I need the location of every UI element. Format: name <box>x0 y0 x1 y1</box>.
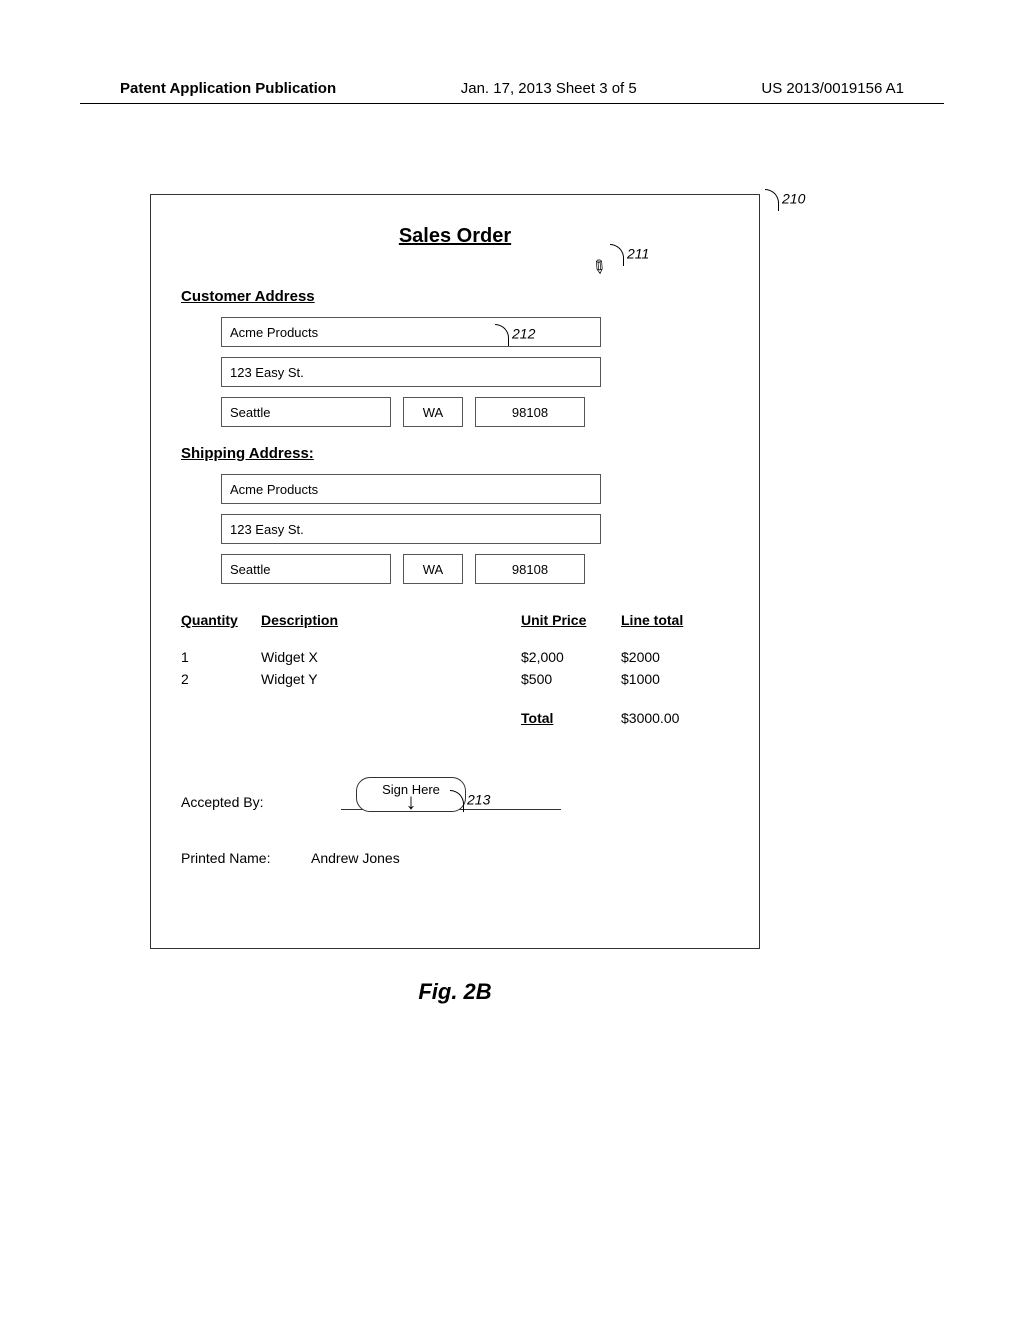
printed-name-value: Andrew Jones <box>311 850 400 866</box>
header-line-total: Line total <box>621 612 721 628</box>
header-description: Description <box>261 612 521 628</box>
shipping-address-block: Acme Products 123 Easy St. Seattle WA 98… <box>221 474 729 584</box>
accepted-by-label: Accepted By: <box>181 794 311 810</box>
callout-213: 213 <box>450 790 490 812</box>
table-header-row: Quantity Description Unit Price Line tot… <box>181 612 729 628</box>
customer-name-input[interactable]: Acme Products <box>221 317 601 347</box>
sales-order-form: Sales Order ✎ Customer Address Acme Prod… <box>150 194 760 949</box>
shipping-street-input[interactable]: 123 Easy St. <box>221 514 601 544</box>
row-qty: 2 <box>181 668 261 690</box>
printed-name-label: Printed Name: <box>181 850 311 866</box>
callout-212: 212 <box>495 324 535 346</box>
header-right: US 2013/0019156 A1 <box>761 80 904 97</box>
row-qty: 1 <box>181 646 261 668</box>
header-left: Patent Application Publication <box>120 80 336 97</box>
total-value: $3000.00 <box>621 710 721 726</box>
shipping-name-input[interactable]: Acme Products <box>221 474 601 504</box>
customer-address-block: Acme Products 123 Easy St. Seattle WA 98… <box>221 317 729 427</box>
shipping-address-label: Shipping Address: <box>181 445 729 462</box>
arrow-down-icon: ↓ <box>371 795 451 809</box>
row-line: $1000 <box>621 668 721 690</box>
callout-210: 210 <box>765 189 805 211</box>
table-row: 1 Widget X $2,000 $2000 <box>181 646 729 668</box>
customer-address-label: Customer Address <box>181 288 729 305</box>
shipping-state-input[interactable]: WA <box>403 554 463 584</box>
header-unit-price: Unit Price <box>521 612 621 628</box>
row-desc: Widget X <box>261 646 521 668</box>
row-desc: Widget Y <box>261 668 521 690</box>
row-unit: $2,000 <box>521 646 621 668</box>
row-line: $2000 <box>621 646 721 668</box>
customer-zip-input[interactable]: 98108 <box>475 397 585 427</box>
table-row: 2 Widget Y $500 $1000 <box>181 668 729 690</box>
header-center: Jan. 17, 2013 Sheet 3 of 5 <box>461 80 637 97</box>
content-area: Sales Order ✎ Customer Address Acme Prod… <box>150 194 874 1005</box>
pen-icon: ✎ <box>586 255 611 281</box>
row-unit: $500 <box>521 668 621 690</box>
shipping-city-input[interactable]: Seattle <box>221 554 391 584</box>
shipping-zip-input[interactable]: 98108 <box>475 554 585 584</box>
customer-city-input[interactable]: Seattle <box>221 397 391 427</box>
callout-211: 211 <box>610 244 649 266</box>
header-rule <box>80 103 944 104</box>
customer-street-input[interactable]: 123 Easy St. <box>221 357 601 387</box>
line-items-table: Quantity Description Unit Price Line tot… <box>181 612 729 726</box>
figure-caption: Fig. 2B <box>150 979 760 1005</box>
customer-state-input[interactable]: WA <box>403 397 463 427</box>
header-quantity: Quantity <box>181 612 261 628</box>
page-header: Patent Application Publication Jan. 17, … <box>0 0 1024 97</box>
total-row: Total $3000.00 <box>181 710 729 726</box>
total-label: Total <box>521 710 621 726</box>
